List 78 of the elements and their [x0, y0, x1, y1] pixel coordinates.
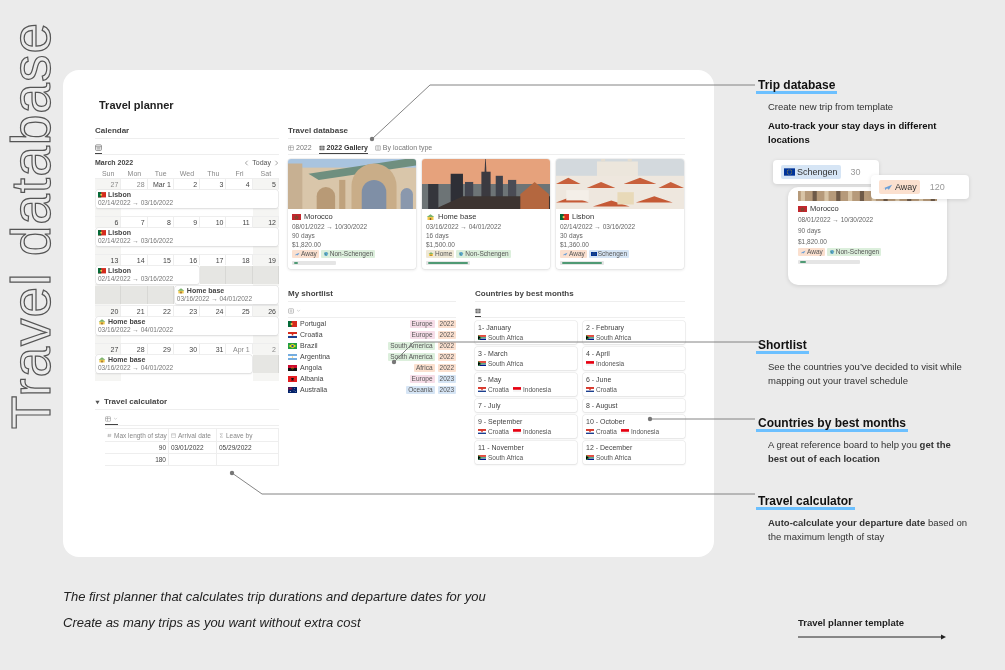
flag-icon	[586, 428, 594, 435]
tagline: The first planner that calculates trip durations and departure dates for you	[63, 588, 486, 606]
flag-icon	[478, 428, 486, 435]
section-title: Countries by best months	[475, 289, 685, 302]
page-title: Travel database	[4, 22, 59, 430]
annotation-heading: Travel calculator	[756, 494, 855, 510]
table-icon	[105, 415, 111, 422]
house-icon	[98, 319, 106, 325]
flag-icon	[512, 428, 521, 435]
flag-icon	[586, 454, 594, 461]
globe-icon	[322, 252, 329, 256]
flag-icon	[478, 454, 486, 461]
tag-label: Schengen	[797, 166, 838, 178]
flag-icon	[288, 353, 297, 360]
chevron-down-icon	[296, 308, 301, 313]
section-title: Travel database	[288, 126, 685, 139]
section-title: Travel calculator	[104, 397, 168, 407]
house-icon	[428, 252, 434, 256]
list-icon	[288, 307, 294, 314]
section-title: My shortlist	[288, 289, 456, 302]
flag-icon	[586, 360, 594, 367]
plane-icon	[562, 252, 568, 256]
flag-icon	[288, 320, 297, 327]
flag-icon	[288, 331, 297, 338]
chevron-down-icon	[113, 416, 118, 421]
annotation-text: Auto-calculate your departure date based on the maximum length of stay	[768, 516, 968, 544]
flag-icon	[512, 386, 521, 393]
section-title: Calendar	[95, 126, 279, 139]
flag-icon	[478, 360, 486, 367]
arrow-icon	[798, 634, 948, 640]
flag-icon	[784, 168, 795, 176]
annotation-text: Create new trip from template	[768, 100, 894, 114]
flag-icon	[620, 428, 629, 435]
board-icon	[374, 144, 381, 151]
view-tab[interactable]	[105, 413, 118, 425]
calendar-icon	[95, 144, 102, 151]
annotation-text: See the countries you’ve decided to visit while mapping out your travel schedule	[768, 360, 963, 388]
plane-icon	[800, 250, 806, 254]
flag-icon	[478, 334, 486, 341]
flag-icon	[478, 386, 486, 393]
flag-icon	[590, 252, 597, 256]
flag-icon	[98, 192, 106, 198]
number-icon	[107, 432, 112, 438]
gallery-icon	[475, 307, 481, 314]
globe-icon	[828, 250, 835, 254]
annotation-text: Auto-track your stay days in different locations	[768, 119, 938, 147]
annotation-text: A great reference board to help you get the best out of each location	[768, 438, 952, 466]
house-icon	[98, 357, 106, 363]
flag-icon	[292, 214, 301, 220]
flag-icon	[288, 375, 297, 382]
flag-icon	[98, 230, 106, 236]
flag-icon	[288, 364, 297, 371]
annotation-heading: Countries by best months	[756, 416, 908, 432]
flag-icon	[798, 206, 807, 212]
table-icon	[288, 144, 294, 151]
toggle-icon[interactable]	[95, 399, 100, 405]
flag-icon	[586, 334, 594, 341]
count: 120	[929, 182, 945, 192]
house-icon	[426, 214, 435, 220]
tagline: Create as many trips as you want without extra cost	[63, 614, 362, 632]
view-tab[interactable]	[95, 142, 102, 154]
flag-icon	[288, 342, 297, 349]
flag-icon	[288, 386, 297, 393]
count: 30	[850, 167, 861, 177]
tag-label: Away	[895, 181, 917, 193]
annotation-heading: Trip database	[756, 78, 838, 94]
page-heading: Travel planner	[98, 98, 175, 112]
annotation-heading: Shortlist	[756, 338, 809, 354]
flag-icon	[586, 386, 594, 393]
sigma-icon	[219, 432, 224, 438]
plane-icon	[294, 252, 300, 256]
house-icon	[176, 288, 185, 294]
flag-icon	[560, 214, 569, 220]
globe-icon	[458, 252, 465, 256]
template-label: Travel planner template	[798, 617, 906, 628]
flag-icon	[98, 268, 106, 274]
gallery-icon	[318, 144, 325, 151]
calendar-icon	[171, 432, 176, 438]
